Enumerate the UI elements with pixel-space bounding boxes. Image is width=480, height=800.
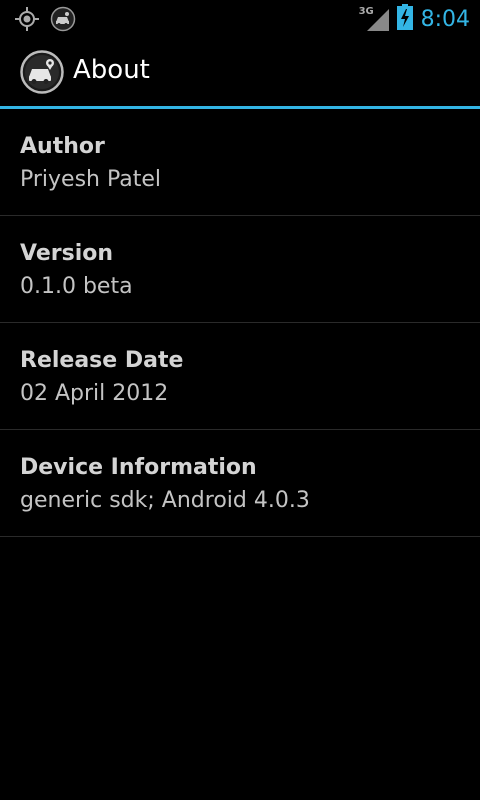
info-item-label: Version: [20, 241, 114, 266]
action-bar: About: [0, 38, 480, 106]
info-item-label: Device Information: [20, 455, 257, 480]
signal-icon: [366, 9, 389, 31]
info-item-version[interactable]: Version 0.1.0 beta: [0, 216, 480, 323]
status-bar-right: 3G 8:04: [359, 3, 470, 35]
status-bar-left: [14, 6, 76, 36]
car-app-icon[interactable]: [20, 50, 64, 94]
info-item-release-date[interactable]: Release Date 02 April 2012: [0, 323, 480, 430]
info-item-label: Release Date: [20, 348, 184, 373]
gps-icon: [14, 6, 40, 36]
status-bar-time: 8:04: [420, 6, 470, 32]
info-item-author[interactable]: Author Priyesh Patel: [0, 109, 480, 216]
info-item-value: 02 April 2012: [20, 381, 169, 406]
info-item-label: Author: [20, 134, 105, 159]
page-title: About: [73, 55, 150, 85]
info-item-value: generic sdk; Android 4.0.3: [20, 488, 310, 513]
info-item-value: Priyesh Patel: [20, 167, 162, 192]
status-bar: 3G 8:04: [0, 0, 480, 38]
car-app-notification-icon: [50, 6, 76, 36]
about-info-list: Author Priyesh Patel Version 0.1.0 beta …: [0, 109, 480, 537]
info-item-device-information[interactable]: Device Information generic sdk; Android …: [0, 430, 480, 537]
battery-charging-icon: [396, 4, 413, 34]
network-indicator: 3G: [359, 5, 389, 33]
info-item-value: 0.1.0 beta: [20, 274, 133, 299]
